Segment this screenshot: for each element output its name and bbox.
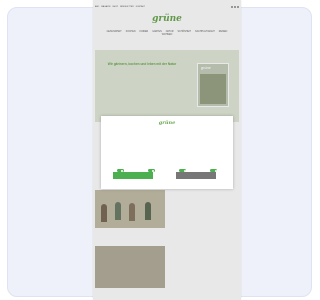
toggle-label xyxy=(201,156,227,159)
save-settings-button[interactable] xyxy=(176,172,216,179)
cookie-consent-dialog: grüne xyxy=(101,116,233,189)
toggle-label xyxy=(138,156,164,159)
toggle-label xyxy=(170,156,196,159)
toggle-label xyxy=(107,156,133,159)
accept-all-button[interactable] xyxy=(113,172,153,179)
website-screenshot: ABO MAGAZIN SHOP NEWSLETTER KONTAKT grün… xyxy=(93,0,241,300)
consent-logo: grüne xyxy=(158,120,176,126)
